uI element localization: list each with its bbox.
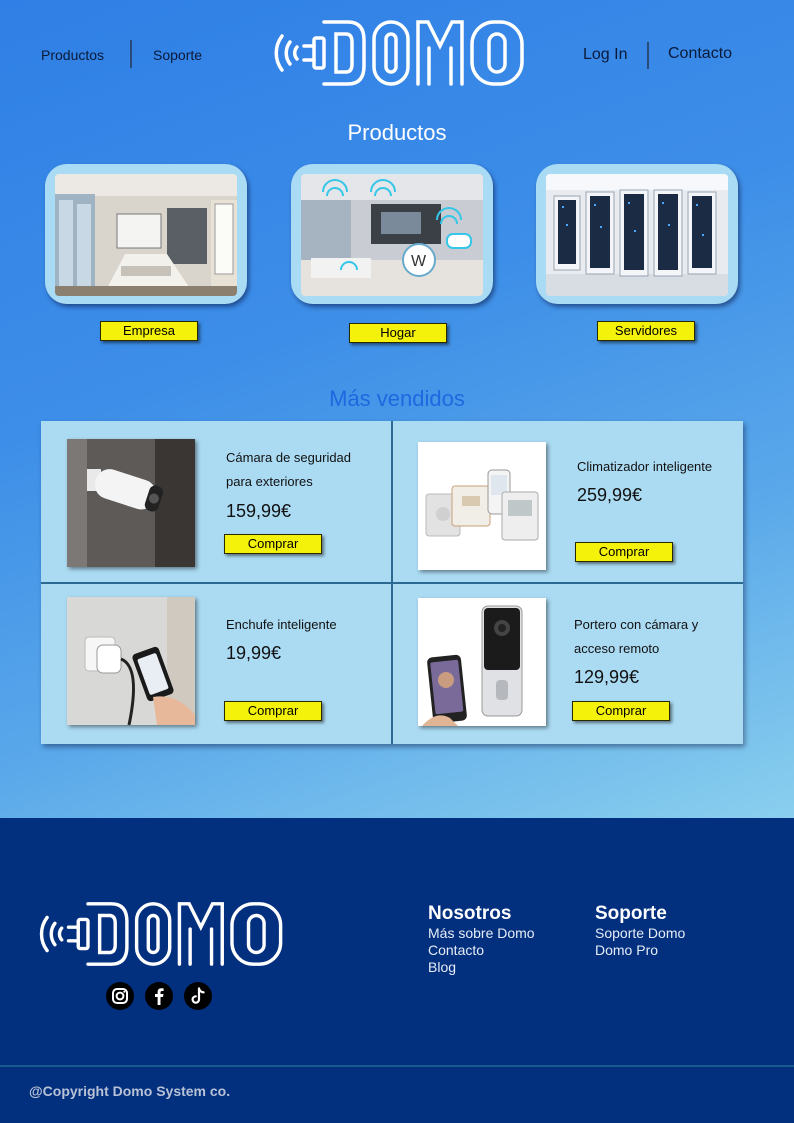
nav-contacto-link[interactable]: Contacto bbox=[668, 45, 732, 63]
buy-button[interactable]: Comprar bbox=[575, 542, 673, 562]
category-button-hogar[interactable]: Hogar bbox=[349, 323, 447, 343]
footer-link-soporte-domo[interactable]: Soporte Domo bbox=[595, 925, 685, 941]
smart-plug-photo[interactable] bbox=[67, 597, 195, 725]
bestsellers-title: Más vendidos bbox=[329, 386, 465, 411]
category-card-servidores[interactable] bbox=[536, 164, 738, 304]
svg-text:W: W bbox=[411, 253, 427, 270]
video-doorbell-photo[interactable] bbox=[418, 598, 546, 726]
product-name: Cámara de seguridad para exteriores bbox=[226, 450, 352, 489]
footer-domo-logo[interactable] bbox=[30, 898, 288, 970]
smart-home-living-room-photo: W bbox=[301, 174, 483, 296]
thermostat-photo[interactable] bbox=[418, 442, 546, 570]
footer-divider bbox=[0, 1065, 794, 1067]
product-price: 159,99€ bbox=[226, 501, 292, 521]
tiktok-icon[interactable] bbox=[184, 982, 212, 1010]
category-card-hogar[interactable]: W bbox=[291, 164, 493, 304]
category-button-servidores[interactable]: Servidores bbox=[597, 321, 695, 341]
product-name: Portero con cámara y acceso remoto bbox=[574, 617, 699, 656]
buy-button[interactable]: Comprar bbox=[224, 701, 322, 721]
copyright-text: @Copyright Domo System co. bbox=[29, 1083, 231, 1099]
instagram-icon[interactable] bbox=[106, 982, 134, 1010]
buy-button[interactable]: Comprar bbox=[224, 534, 322, 554]
footer-link-domo-pro[interactable]: Domo Pro bbox=[595, 942, 658, 958]
hero-section: Productos Soporte Log In Contacto Produc… bbox=[0, 0, 794, 818]
category-button-empresa[interactable]: Empresa bbox=[100, 321, 198, 341]
bestsellers-grid: Cámara de seguridad para exteriores 159,… bbox=[41, 421, 743, 744]
product-price: 19,99€ bbox=[226, 643, 282, 663]
footer-heading-nosotros: Nosotros bbox=[428, 903, 512, 924]
product-name: Enchufe inteligente bbox=[226, 617, 337, 632]
category-card-empresa[interactable] bbox=[45, 164, 247, 304]
facebook-icon[interactable] bbox=[145, 982, 173, 1010]
domo-logo[interactable] bbox=[266, 16, 528, 90]
product-price: 259,99€ bbox=[577, 485, 643, 505]
footer: Nosotros Más sobre Domo Contacto Blog So… bbox=[0, 818, 794, 1123]
footer-link-contacto[interactable]: Contacto bbox=[428, 942, 484, 958]
conference-room-photo bbox=[55, 174, 237, 296]
security-camera-photo[interactable] bbox=[67, 439, 195, 567]
server-racks-photo bbox=[546, 174, 728, 296]
footer-link-mas-sobre-domo[interactable]: Más sobre Domo bbox=[428, 925, 535, 941]
buy-button[interactable]: Comprar bbox=[572, 701, 670, 721]
product-price: 129,99€ bbox=[574, 667, 640, 687]
footer-heading-soporte: Soporte bbox=[595, 903, 667, 924]
grid-divider bbox=[41, 582, 743, 584]
nav-divider bbox=[647, 42, 649, 69]
nav-soporte-link[interactable]: Soporte bbox=[153, 47, 202, 63]
nav-divider bbox=[130, 40, 132, 68]
products-title: Productos bbox=[347, 120, 447, 145]
nav-login-link[interactable]: Log In bbox=[583, 46, 627, 64]
footer-link-blog[interactable]: Blog bbox=[428, 959, 456, 975]
product-name: Climatizador inteligente bbox=[577, 459, 713, 474]
nav-productos-link[interactable]: Productos bbox=[41, 47, 104, 63]
